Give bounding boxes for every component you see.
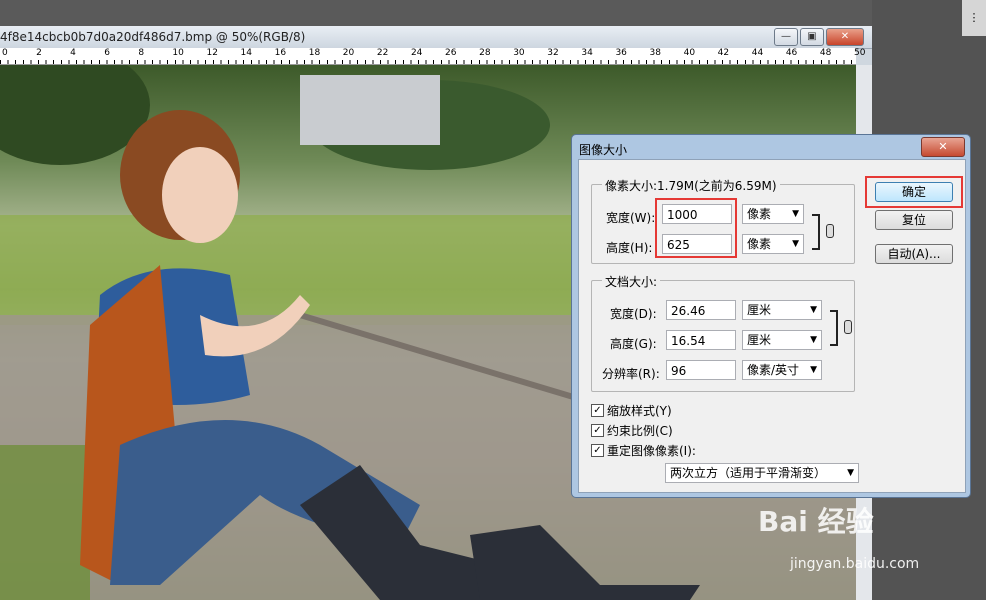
horizontal-ruler[interactable]: 0 2 4 6 8 10 12 14 16 18 20 22 24 26 28 30 32 34 36 38 40 42 4… [0,48,865,65]
doc-constrain-bracket [830,310,838,346]
ruler-tick-label: 8 [138,48,145,58]
ruler-tick-label: 34 [581,48,593,58]
document-title: 4f8e14cbcb0b7d0a20df486d7.bmp @ 50%(RGB/… [0,30,306,44]
doc-height-label: 高度(G): [610,337,657,351]
constrain-proportions-checkbox[interactable]: ✓ 约束比例(C) [591,422,673,439]
ruler-tick-label: 16 [274,48,287,58]
reset-button[interactable]: 复位 [875,210,953,230]
chevron-down-icon: ▼ [847,468,854,478]
ruler-tick-label: 20 [342,48,355,58]
dialog-close-button[interactable]: ✕ [921,137,965,157]
resolution-label: 分辨率(R): [602,367,660,381]
highlight-ok-button [865,176,963,208]
minimize-button[interactable]: — [774,28,798,46]
scale-styles-checkbox[interactable]: ✓ 缩放样式(Y) [591,402,672,419]
ruler-tick-label: 44 [751,48,764,58]
ruler-tick-label: 32 [547,48,559,58]
scale-styles-label: 缩放样式(Y) [607,404,672,418]
highlight-pixel-inputs [655,198,737,258]
doc-height-unit: 厘米 [747,333,772,347]
pixel-dimensions-legend: 像素大小:1.79M(之前为6.59M) [602,177,780,194]
chevron-down-icon: ▼ [810,335,817,345]
window-controls: — ▣ ✕ [774,28,864,46]
doc-height-input[interactable]: 16.54 [666,330,736,350]
ruler-tick-label: 0 [2,48,8,58]
resample-method-select[interactable]: 两次立方（适用于平滑渐变） ▼ [665,463,859,483]
ruler-tick-label: 46 [785,48,798,58]
ruler-tick-label: 28 [479,48,491,58]
ruler-tick-label: 12 [206,48,218,58]
ruler-tick-label: 6 [104,48,110,58]
restore-button[interactable]: ▣ [800,28,824,46]
link-chain-icon [826,224,834,238]
chevron-down-icon: ▼ [792,209,799,219]
pixel-height-unit-select[interactable]: 像素 ▼ [742,234,804,254]
ruler-tick-label: 42 [717,48,730,58]
dialog-body: 像素大小:1.79M(之前为6.59M) 宽度(W): 1000 像素 ▼ 高度(… [578,159,966,493]
constrain-bracket [812,214,820,250]
doc-height-unit-select[interactable]: 厘米 ▼ [742,330,822,350]
resample-method-value: 两次立方（适用于平滑渐变） [670,466,827,480]
ruler-tick-label: 18 [308,48,321,58]
ruler-tick-label: 14 [240,48,252,58]
close-window-button[interactable]: ✕ [826,28,864,46]
checkmark-icon: ✓ [591,444,604,457]
document-titlebar[interactable]: 4f8e14cbcb0b7d0a20df486d7.bmp @ 50%(RGB/… [0,26,872,49]
resolution-unit-select[interactable]: 像素/英寸 ▼ [742,360,822,380]
checkmark-icon: ✓ [591,424,604,437]
doc-width-unit-select[interactable]: 厘米 ▼ [742,300,822,320]
pixel-height-unit: 像素 [747,237,772,251]
watermark-url: jingyan.baidu.com [790,556,920,572]
ruler-tick-label: 30 [513,48,525,58]
ruler-tick-label: 48 [819,48,832,58]
pixel-width-unit-select[interactable]: 像素 ▼ [742,204,804,224]
doc-width-input[interactable]: 26.46 [666,300,736,320]
resolution-input[interactable]: 96 [666,360,736,380]
ruler-tick-label: 2 [36,48,42,58]
chevron-down-icon: ▼ [810,305,817,315]
doc-width-label: 宽度(D): [610,307,657,321]
document-size-legend: 文档大小: [602,273,661,290]
chevron-down-icon: ▼ [810,365,817,375]
ruler-tick-label: 40 [683,48,696,58]
ruler-tick-label: 10 [172,48,184,58]
ruler-tick-label: 38 [649,48,661,58]
link-chain-icon [844,320,852,334]
chevron-down-icon: ▼ [792,239,799,249]
resample-image-checkbox[interactable]: ✓ 重定图像像素(I): [591,442,696,459]
pixel-width-unit: 像素 [747,207,772,221]
ruler-tick-label: 4 [70,48,76,58]
resolution-unit: 像素/英寸 [747,363,800,377]
document-size-group: 文档大小: 宽度(D): 26.46 厘米 ▼ 高度(G): 16.54 厘米 ▼ … [591,273,855,392]
pixel-width-label: 宽度(W): [606,211,656,225]
checkmark-icon: ✓ [591,404,604,417]
baidu-watermark-logo: Bai 经验 [758,505,874,538]
dialog-title: 图像大小 [579,143,628,157]
auto-button[interactable]: 自动(A)... [875,244,953,264]
doc-width-unit: 厘米 [747,303,772,317]
image-size-dialog: 图像大小 ✕ 像素大小:1.79M(之前为6.59M) 宽度(W): 1000 … [571,134,971,498]
panel-collapse-icon[interactable]: ⋮ [962,0,986,36]
resample-image-label: 重定图像像素(I): [607,444,696,458]
ruler-tick-label: 22 [376,48,389,58]
constrain-proportions-label: 约束比例(C) [607,424,673,438]
ruler-tick-label: 36 [615,48,627,58]
pixel-height-label: 高度(H): [606,241,653,255]
ruler-tick-label: 50 [854,48,866,58]
ruler-tick-label: 26 [445,48,457,58]
ruler-tick-label: 24 [410,48,423,58]
